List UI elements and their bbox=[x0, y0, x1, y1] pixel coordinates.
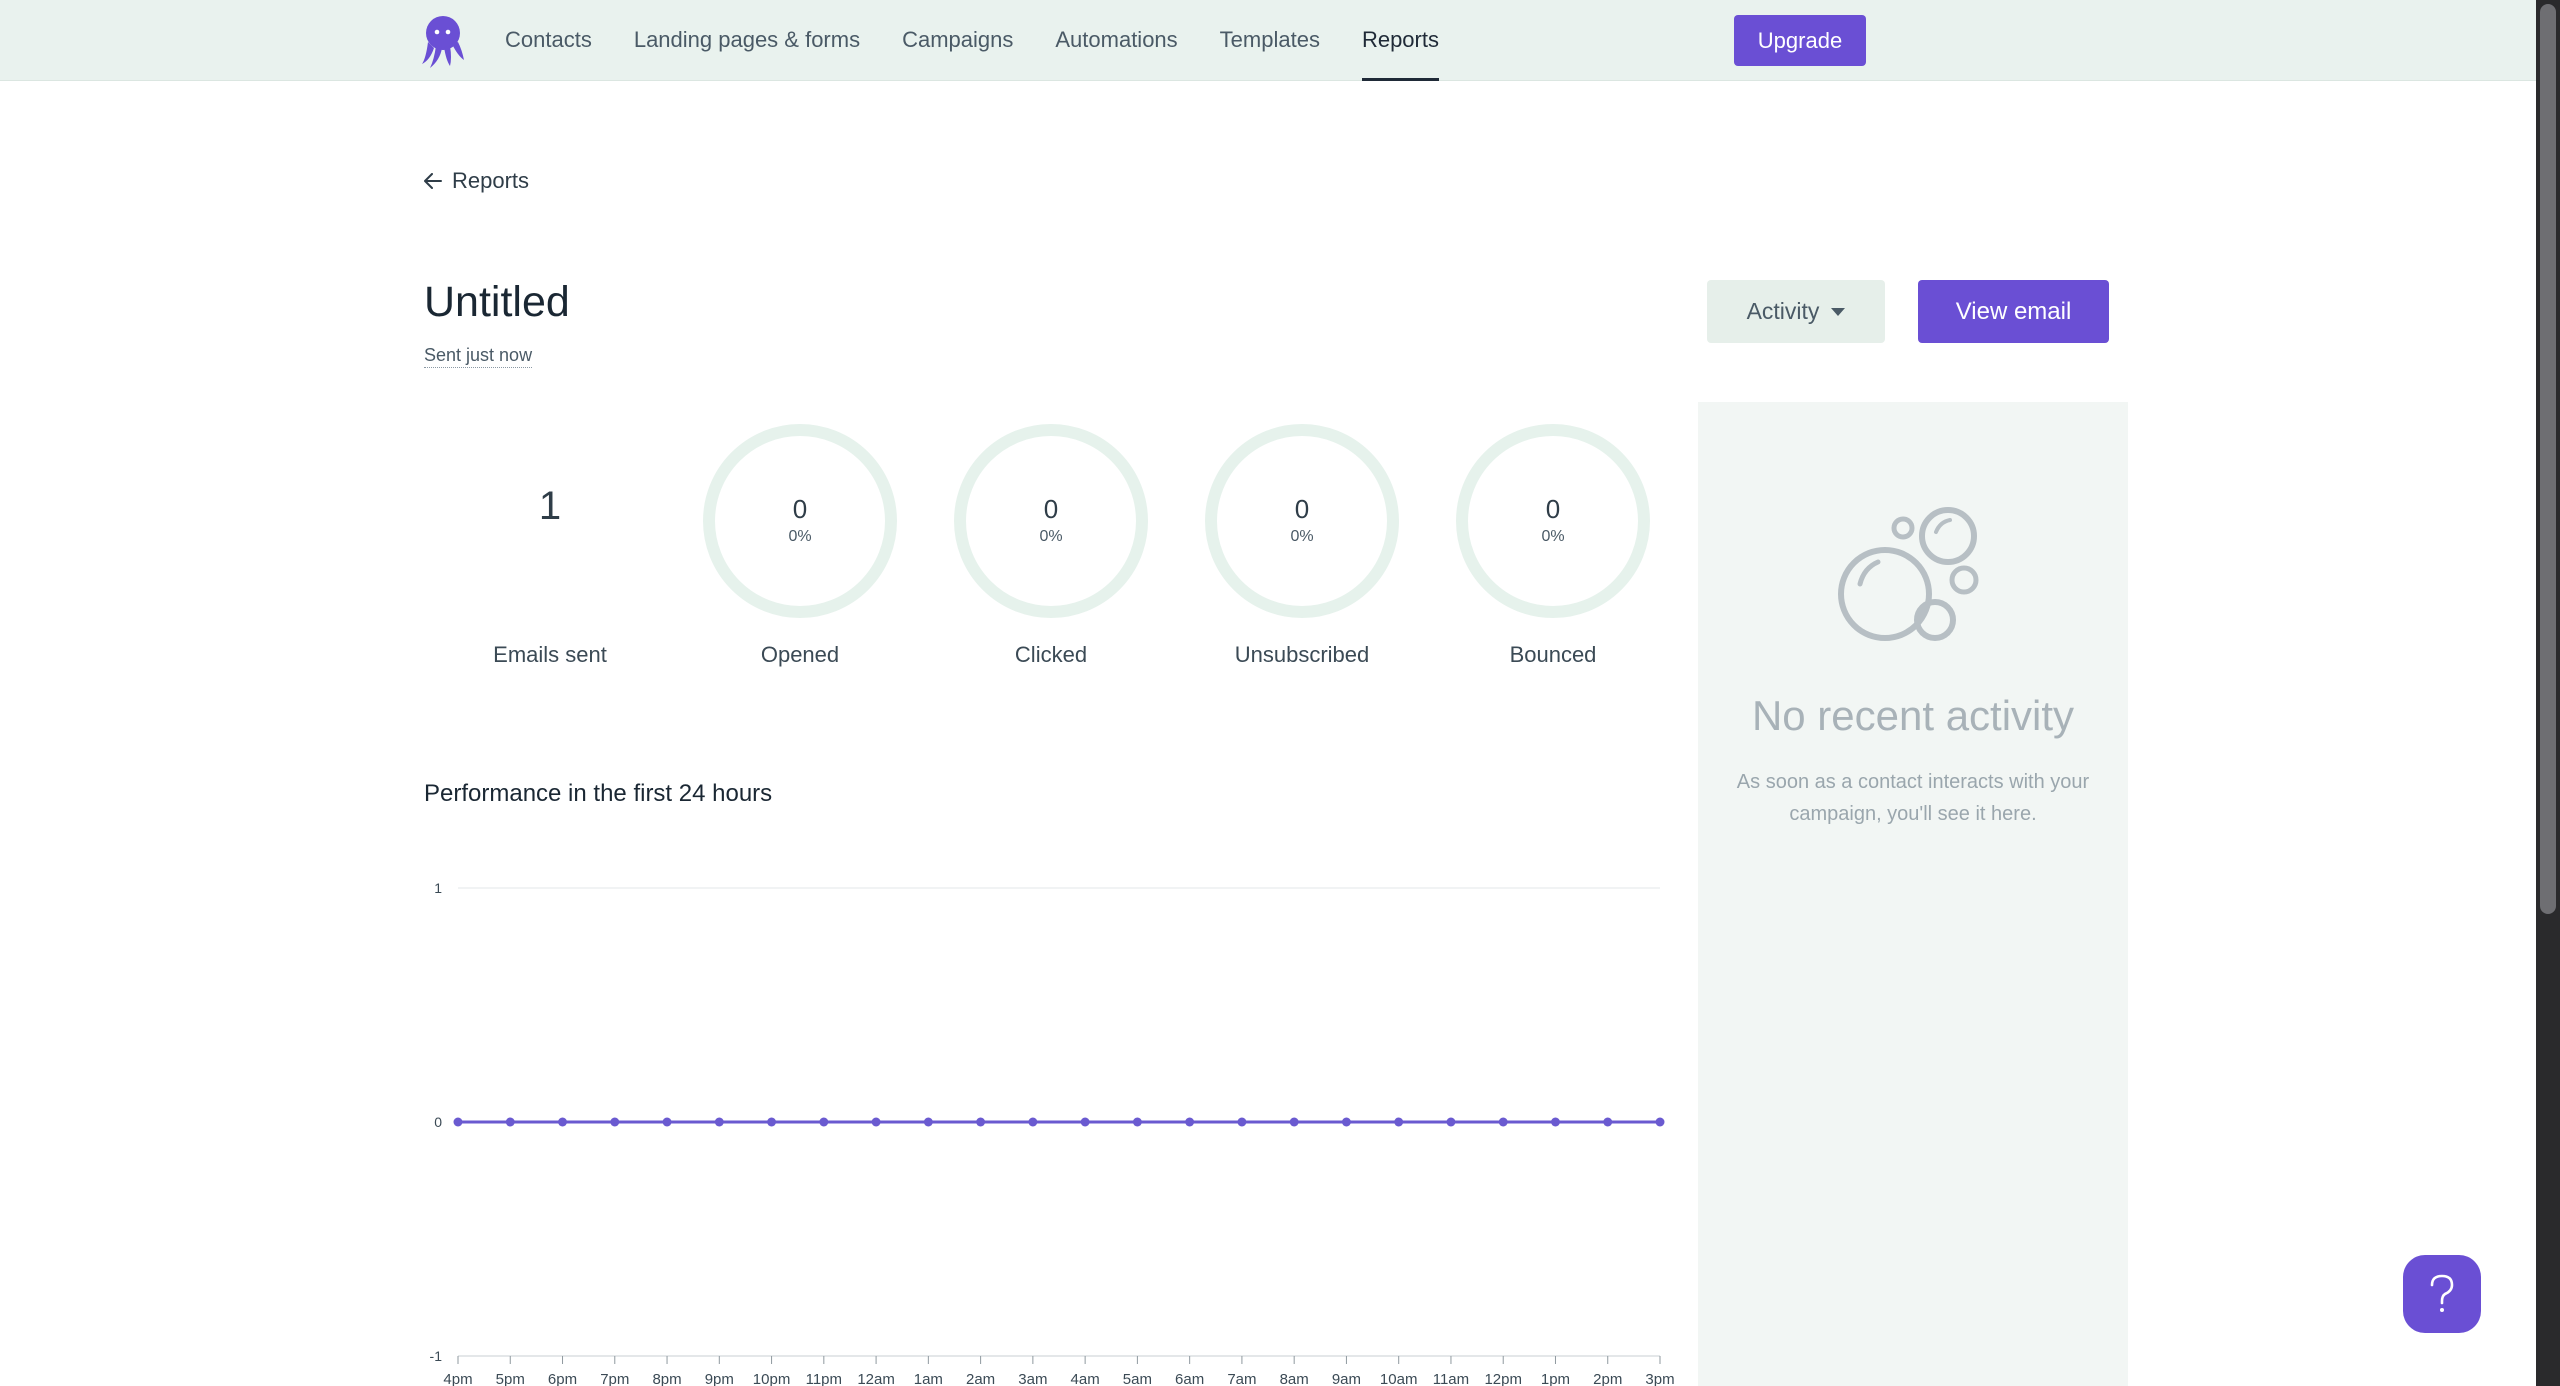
data-point bbox=[558, 1117, 568, 1127]
x-tick-label: 5am bbox=[1123, 1371, 1152, 1386]
nav-item-campaigns[interactable]: Campaigns bbox=[902, 0, 1013, 81]
bounced-value: 0 bbox=[1545, 494, 1561, 524]
x-tick-label: 12pm bbox=[1484, 1371, 1522, 1386]
x-tick-label: 10pm bbox=[753, 1371, 791, 1386]
x-tick-label: 4am bbox=[1071, 1371, 1100, 1386]
opened-percent: 0% bbox=[788, 528, 812, 545]
data-point bbox=[976, 1117, 986, 1127]
data-point bbox=[1132, 1117, 1142, 1127]
x-tick-label: 8pm bbox=[652, 1371, 681, 1386]
activity-dropdown-button[interactable]: Activity bbox=[1707, 280, 1885, 343]
data-point bbox=[1341, 1117, 1351, 1127]
data-point bbox=[1289, 1117, 1299, 1127]
clicked-value: 0 bbox=[1043, 494, 1059, 524]
x-tick-label: 9am bbox=[1332, 1371, 1361, 1386]
nav-item-reports[interactable]: Reports bbox=[1361, 0, 1440, 81]
bubbles-icon bbox=[1838, 507, 1979, 641]
clicked-percent: 0% bbox=[1039, 528, 1063, 545]
emails-sent-value: 1 bbox=[538, 484, 562, 528]
x-tick-label: 1am bbox=[914, 1371, 943, 1386]
emails-sent-label: Emails sent bbox=[493, 642, 607, 667]
nav-item-contacts[interactable]: Contacts bbox=[505, 0, 592, 81]
chart-title: Performance in the first 24 hours bbox=[424, 780, 773, 807]
nav-menu: Contacts Landing pages & forms Campaigns Au… bbox=[505, 0, 1481, 81]
x-tick-label: 2pm bbox=[1593, 1371, 1622, 1386]
data-point bbox=[819, 1117, 829, 1127]
back-to-reports-link[interactable]: Reports bbox=[424, 166, 529, 196]
x-tick-label: 11am bbox=[1433, 1371, 1469, 1386]
arrow-left-icon bbox=[424, 173, 442, 189]
x-tick-label: 1pm bbox=[1541, 1371, 1570, 1386]
y-tick-label: 1 bbox=[434, 880, 442, 896]
x-tick-label: 4pm bbox=[443, 1371, 472, 1386]
page-title: Untitled bbox=[424, 278, 570, 326]
x-tick-label: 6am bbox=[1175, 1371, 1204, 1386]
x-tick-label: 10am bbox=[1380, 1371, 1418, 1386]
no-activity-title: No recent activity bbox=[1751, 692, 2075, 739]
question-icon bbox=[2430, 1274, 2454, 1312]
unsubscribed-value: 0 bbox=[1294, 494, 1310, 524]
app-page: Contacts Landing pages & forms Campaigns Au… bbox=[0, 0, 2536, 1386]
unsubscribed-label: Unsubscribed bbox=[1234, 642, 1370, 667]
data-point bbox=[1550, 1117, 1560, 1127]
x-tick-label: 5pm bbox=[496, 1371, 525, 1386]
nav-item-automations[interactable]: Automations bbox=[1055, 0, 1177, 81]
x-tick-label: 8am bbox=[1280, 1371, 1309, 1386]
activity-label: Activity bbox=[1746, 298, 1820, 324]
opened-label: Opened bbox=[760, 642, 840, 667]
data-point bbox=[505, 1117, 515, 1127]
x-tick-label: 3pm bbox=[1645, 1371, 1674, 1386]
y-tick-label: 0 bbox=[434, 1114, 442, 1130]
performance-chart: 1 0 -14pm 5pm 6pm 7pm 8pm 9pm 10pm 11pm 12am 1am 2am… bbox=[430, 880, 1675, 1386]
octopus-logo-icon[interactable] bbox=[420, 14, 466, 68]
data-point bbox=[871, 1117, 881, 1127]
data-point bbox=[1655, 1117, 1665, 1127]
x-tick-label: 3am bbox=[1018, 1371, 1047, 1386]
x-tick-label: 11pm bbox=[806, 1371, 842, 1386]
data-point bbox=[453, 1117, 463, 1127]
data-point bbox=[1498, 1117, 1508, 1127]
x-tick-label: 7am bbox=[1227, 1371, 1256, 1386]
bounced-label: Bounced bbox=[1509, 642, 1597, 667]
x-tick-label: 9pm bbox=[705, 1371, 734, 1386]
nav-item-landing-pages-forms[interactable]: Landing pages & forms bbox=[634, 0, 860, 81]
data-point bbox=[1446, 1117, 1456, 1127]
unsubscribed-percent: 0% bbox=[1290, 528, 1314, 545]
data-point bbox=[1603, 1117, 1613, 1127]
data-point bbox=[1394, 1117, 1404, 1127]
data-point bbox=[767, 1117, 777, 1127]
back-link-label: Reports bbox=[452, 168, 530, 193]
nav-item-templates[interactable]: Templates bbox=[1220, 0, 1320, 81]
y-tick-label: -1 bbox=[430, 1348, 443, 1364]
x-tick-label: 2am bbox=[966, 1371, 995, 1386]
view-email-button[interactable]: View email bbox=[1918, 280, 2109, 343]
data-point bbox=[714, 1117, 724, 1127]
caret-down-icon bbox=[1831, 307, 1846, 316]
activity-panel: No recent activity As soon as a contact … bbox=[1698, 402, 2128, 1386]
data-point bbox=[662, 1117, 672, 1127]
no-activity-text: As soon as a contact interacts with your… bbox=[1736, 771, 2090, 825]
data-point bbox=[1237, 1117, 1247, 1127]
x-tick-label: 6pm bbox=[548, 1371, 577, 1386]
clicked-label: Clicked bbox=[1014, 642, 1088, 667]
data-point bbox=[923, 1117, 933, 1127]
help-button[interactable] bbox=[2403, 1255, 2481, 1333]
data-point bbox=[1080, 1117, 1090, 1127]
sent-time[interactable]: Sent just now bbox=[424, 345, 533, 368]
data-point bbox=[1028, 1117, 1038, 1127]
data-point bbox=[1185, 1117, 1195, 1127]
x-tick-label: 7pm bbox=[600, 1371, 629, 1386]
scrollbar-thumb[interactable] bbox=[2540, 4, 2556, 914]
top-navigation: Contacts Landing pages & forms Campaigns Au… bbox=[0, 0, 2536, 81]
x-tick-label: 12am bbox=[857, 1371, 895, 1386]
bounced-percent: 0% bbox=[1541, 528, 1565, 545]
opened-value: 0 bbox=[792, 494, 808, 524]
upgrade-button[interactable]: Upgrade bbox=[1734, 15, 1866, 66]
data-point bbox=[610, 1117, 620, 1127]
